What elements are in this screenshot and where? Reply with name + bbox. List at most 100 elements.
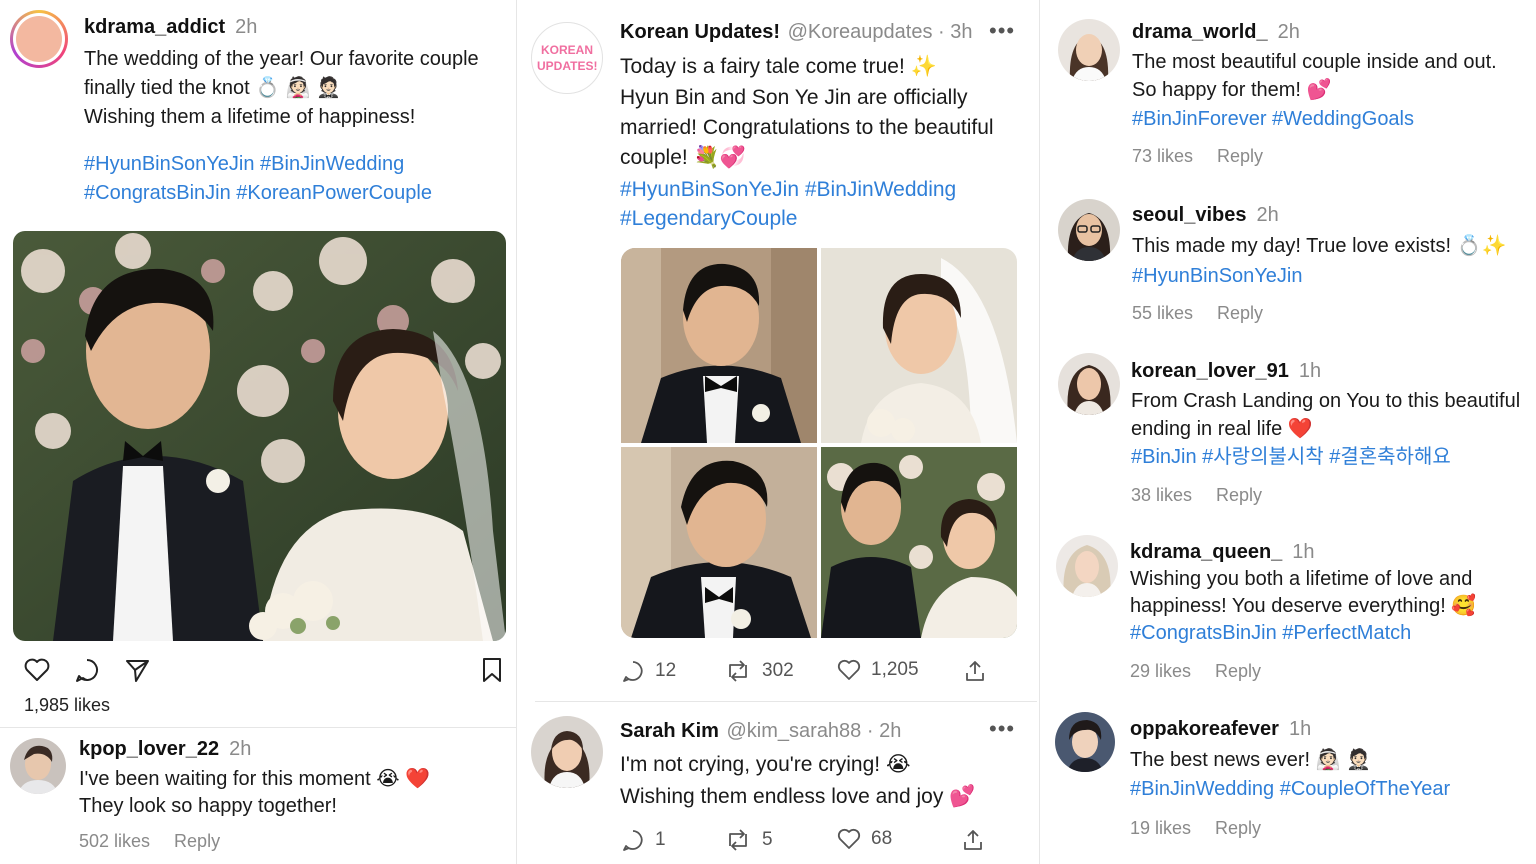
- post-username-row[interactable]: kdrama_addict 2h: [84, 16, 257, 39]
- bookmark-icon[interactable]: [482, 657, 502, 688]
- reply-bubble-icon[interactable]: [621, 659, 645, 683]
- reply-tweet-like-action[interactable]: 68: [837, 828, 892, 850]
- comment-likes[interactable]: 19 likes: [1130, 818, 1191, 838]
- tweet-hashtags-line-2[interactable]: #LegendaryCouple: [620, 203, 797, 234]
- reply-tweet-line-2: Wishing them endless love and joy 💕: [620, 785, 976, 808]
- comment-username[interactable]: seoul_vibes: [1132, 204, 1247, 226]
- comment-username[interactable]: korean_lover_91: [1131, 360, 1289, 382]
- comment-reply-button[interactable]: Reply: [1217, 303, 1263, 323]
- comments-list: drama_world_ 2h The most beautiful couple…: [1040, 0, 1536, 864]
- comment-likes[interactable]: 502 likes: [79, 831, 150, 851]
- retweet-icon[interactable]: [724, 659, 752, 683]
- comment-likes[interactable]: 29 likes: [1130, 661, 1191, 681]
- post-time: 2h: [235, 16, 258, 38]
- post-caption-line-1: The wedding of the year! Our favorite co…: [84, 48, 479, 70]
- tweet-reply-action[interactable]: 12: [621, 659, 676, 683]
- share-send-icon[interactable]: [124, 657, 150, 688]
- comment-likes[interactable]: 38 likes: [1131, 485, 1192, 505]
- tweet-share-icon[interactable]: [963, 659, 987, 688]
- comment-avatar[interactable]: [1058, 353, 1120, 415]
- instagram-post: kdrama_addict 2h The wedding of the year!…: [0, 0, 516, 864]
- comment-time: 1h: [1292, 541, 1315, 563]
- comment-username-row[interactable]: oppakoreafever 1h: [1130, 718, 1311, 741]
- comment-meta: 55 likes Reply: [1132, 303, 1263, 324]
- comment-reply-button[interactable]: Reply: [174, 831, 220, 851]
- reply-tweet-name[interactable]: Sarah Kim: [620, 720, 719, 742]
- comment-username[interactable]: kdrama_queen_: [1130, 541, 1282, 563]
- post-hashtags-line-2[interactable]: #CongratsBinJin #KoreanPowerCouple: [84, 179, 432, 208]
- comment-username[interactable]: drama_world_: [1132, 21, 1268, 43]
- post-divider: [0, 727, 516, 728]
- tweet-handle-time: @Koreaupdates · 3h: [787, 21, 973, 43]
- post-wedding-photo[interactable]: [13, 231, 506, 641]
- tweet-more-icon[interactable]: •••: [989, 18, 1015, 44]
- comment-hashtags[interactable]: #CongratsBinJin #PerfectMatch: [1130, 619, 1411, 648]
- tweet-photo-4[interactable]: [821, 447, 1017, 638]
- comment-username[interactable]: kpop_lover_22: [79, 738, 219, 760]
- comment-username[interactable]: oppakoreafever: [1130, 718, 1279, 740]
- comment-hashtags[interactable]: #BinJin #사랑의불시착 #결혼축하해요: [1131, 443, 1451, 472]
- comment-avatar[interactable]: [10, 738, 66, 794]
- comment-reply-button[interactable]: Reply: [1215, 661, 1261, 681]
- comment-hashtags[interactable]: #BinJinForever #WeddingGoals: [1132, 105, 1414, 134]
- reply-tweet-retweet-count: 5: [762, 829, 773, 850]
- comment-bubble-icon[interactable]: [74, 657, 100, 688]
- comment-time: 2h: [1277, 21, 1300, 43]
- comment-line: The most beautiful couple inside and out…: [1132, 51, 1497, 73]
- comment-meta: 38 likes Reply: [1131, 485, 1262, 506]
- tweet-avatar[interactable]: KOREAN UPDATES!: [531, 22, 603, 94]
- comment-reply-button[interactable]: Reply: [1216, 485, 1262, 505]
- reply-tweet-reply-count: 1: [655, 829, 666, 850]
- comment-avatar[interactable]: [1056, 535, 1118, 597]
- comment-line: The best news ever! 👰🏻 🤵🏻: [1130, 749, 1372, 771]
- comment-line: happiness! You deserve everything! 🥰: [1130, 595, 1477, 617]
- comment-reply-button[interactable]: Reply: [1217, 146, 1263, 166]
- reply-tweet-reply-action[interactable]: 1: [621, 828, 666, 852]
- tweet-avatar-text: KOREAN UPDATES!: [537, 43, 598, 73]
- comment-line: Wishing you both a lifetime of love and: [1130, 568, 1473, 590]
- tweet-photo-2[interactable]: [821, 248, 1017, 443]
- reply-tweet-share-icon[interactable]: [961, 828, 985, 857]
- tweet-like-action[interactable]: 1,205: [837, 659, 919, 681]
- tweet-hashtags-line-1[interactable]: #HyunBinSonYeJin #BinJinWedding: [620, 174, 956, 205]
- comment-time: 2h: [1256, 204, 1279, 226]
- reply-tweet-avatar[interactable]: [531, 716, 603, 788]
- comment-username-row[interactable]: kpop_lover_22 2h: [79, 738, 251, 761]
- comment-time: 1h: [1288, 718, 1312, 740]
- comment-avatar[interactable]: [1058, 199, 1120, 261]
- reply-bubble-icon[interactable]: [621, 828, 645, 852]
- tweet-header[interactable]: Korean Updates! @Koreaupdates · 3h: [620, 21, 972, 44]
- tweet-photo-3[interactable]: [621, 447, 817, 638]
- tweet-display-name[interactable]: Korean Updates!: [620, 21, 780, 43]
- comment-username-row[interactable]: kdrama_queen_ 1h: [1130, 541, 1315, 564]
- reply-tweet-handle-time: @kim_sarah88 · 2h: [726, 720, 902, 742]
- comment-username-row[interactable]: seoul_vibes 2h: [1132, 204, 1279, 227]
- comment-line-2: They look so happy together!: [79, 795, 337, 817]
- post-caption-line-2: finally tied the knot 💍 👰🏻 🤵🏻: [84, 77, 342, 99]
- retweet-icon[interactable]: [724, 828, 752, 852]
- tweet-photo-1[interactable]: [621, 248, 817, 443]
- post-avatar[interactable]: [10, 10, 68, 68]
- comment-line: This made my day! True love exists! 💍✨: [1132, 235, 1507, 257]
- comment-avatar[interactable]: [1055, 712, 1115, 772]
- post-hashtags-line-1[interactable]: #HyunBinSonYeJin #BinJinWedding: [84, 150, 404, 179]
- reply-tweet-retweet-action[interactable]: 5: [724, 828, 773, 852]
- tweet-retweet-action[interactable]: 302: [724, 659, 794, 683]
- comment-hashtags[interactable]: #HyunBinSonYeJin: [1132, 262, 1303, 291]
- like-heart-icon[interactable]: [837, 659, 861, 681]
- comment-likes[interactable]: 73 likes: [1132, 146, 1193, 166]
- post-likes-count[interactable]: 1,985 likes: [24, 695, 110, 716]
- tweet-divider: [535, 701, 1037, 702]
- comment-avatar[interactable]: [1058, 19, 1120, 81]
- like-heart-icon[interactable]: [837, 828, 861, 850]
- comment-meta: 29 likes Reply: [1130, 661, 1261, 682]
- post-username[interactable]: kdrama_addict: [84, 16, 225, 38]
- comment-likes[interactable]: 55 likes: [1132, 303, 1193, 323]
- comment-hashtags[interactable]: #BinJinWedding #CoupleOfTheYear: [1130, 775, 1450, 804]
- comment-reply-button[interactable]: Reply: [1215, 818, 1261, 838]
- comment-username-row[interactable]: korean_lover_91 1h: [1131, 360, 1321, 383]
- reply-tweet-header[interactable]: Sarah Kim @kim_sarah88 · 2h: [620, 720, 901, 743]
- reply-tweet-more-icon[interactable]: •••: [989, 716, 1015, 742]
- like-heart-icon[interactable]: [24, 658, 50, 687]
- comment-username-row[interactable]: drama_world_ 2h: [1132, 21, 1300, 44]
